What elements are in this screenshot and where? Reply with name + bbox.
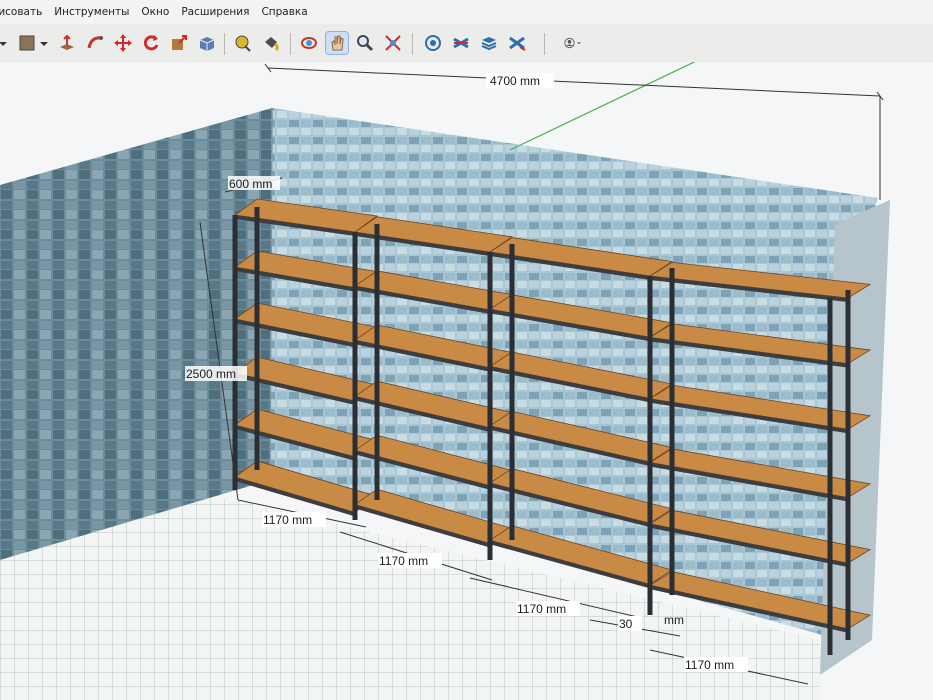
dimension-depth: 600 mm: [224, 176, 283, 193]
shelf-post: [374, 224, 380, 500]
menu-extensions[interactable]: Расширения: [175, 0, 255, 24]
toolbar: [0, 24, 933, 63]
dimension-label-total-width[interactable]: 4700 mm: [490, 74, 540, 88]
model-viewport[interactable]: 4700 mm 600 mm 2500 mm 1170 mm 1170 mm 1…: [0, 62, 933, 700]
pan-icon[interactable]: [325, 31, 349, 55]
follow-me-icon[interactable]: [84, 32, 106, 54]
menu-help[interactable]: Справка: [255, 0, 313, 24]
account-icon[interactable]: [556, 32, 590, 54]
shelf-post: [647, 276, 653, 615]
dimension-label-bay-1[interactable]: 1170 mm: [263, 513, 312, 527]
menu-tools[interactable]: Инструменты: [48, 0, 135, 24]
chevron-down-icon[interactable]: [38, 32, 50, 54]
sandbox-icon[interactable]: [506, 32, 528, 54]
warehouse-icon[interactable]: [422, 32, 444, 54]
menu-draw[interactable]: Рисовать: [0, 0, 48, 24]
extension-warehouse-icon[interactable]: [450, 32, 472, 54]
layers-icon[interactable]: [478, 32, 500, 54]
push-pull-icon[interactable]: [56, 32, 78, 54]
dimension-label-gap-unit[interactable]: mm: [664, 613, 684, 627]
dimension-label-height[interactable]: 2500 mm: [186, 367, 236, 381]
shelf-post: [669, 268, 675, 595]
shelf-post: [827, 298, 833, 655]
paint-icon[interactable]: [260, 32, 282, 54]
menu-bar: Рисовать Инструменты Окно Расширения Спр…: [0, 0, 933, 24]
dimension-label-bay-3[interactable]: 1170 mm: [517, 602, 566, 616]
shelf-post: [509, 244, 515, 540]
component-icon[interactable]: [196, 32, 218, 54]
zoom-icon[interactable]: [354, 32, 376, 54]
shelf-post: [232, 215, 238, 490]
dimension-label-gap[interactable]: 30: [619, 617, 633, 631]
rotate-icon[interactable]: [140, 32, 162, 54]
dimension-label-bay-4[interactable]: 1170 mm: [685, 658, 734, 672]
shelf-post: [352, 232, 358, 520]
dimension-label-bay-2[interactable]: 1170 mm: [379, 554, 428, 568]
shelf-post: [487, 252, 493, 560]
menu-window[interactable]: Окно: [135, 0, 175, 24]
sketchup-window: Рисовать Инструменты Окно Расширения Спр…: [0, 0, 933, 700]
move-icon[interactable]: [112, 32, 134, 54]
dimension-label-depth[interactable]: 600 mm: [229, 177, 272, 191]
shelf-post: [845, 290, 851, 640]
material-swatch-icon[interactable]: [16, 32, 38, 54]
chevron-down-icon[interactable]: [0, 32, 10, 54]
scale-icon[interactable]: [168, 32, 190, 54]
zoom-extents-icon[interactable]: [382, 32, 404, 54]
orbit-icon[interactable]: [298, 32, 320, 54]
shelf-post: [254, 207, 260, 470]
tape-measure-icon[interactable]: [232, 32, 254, 54]
